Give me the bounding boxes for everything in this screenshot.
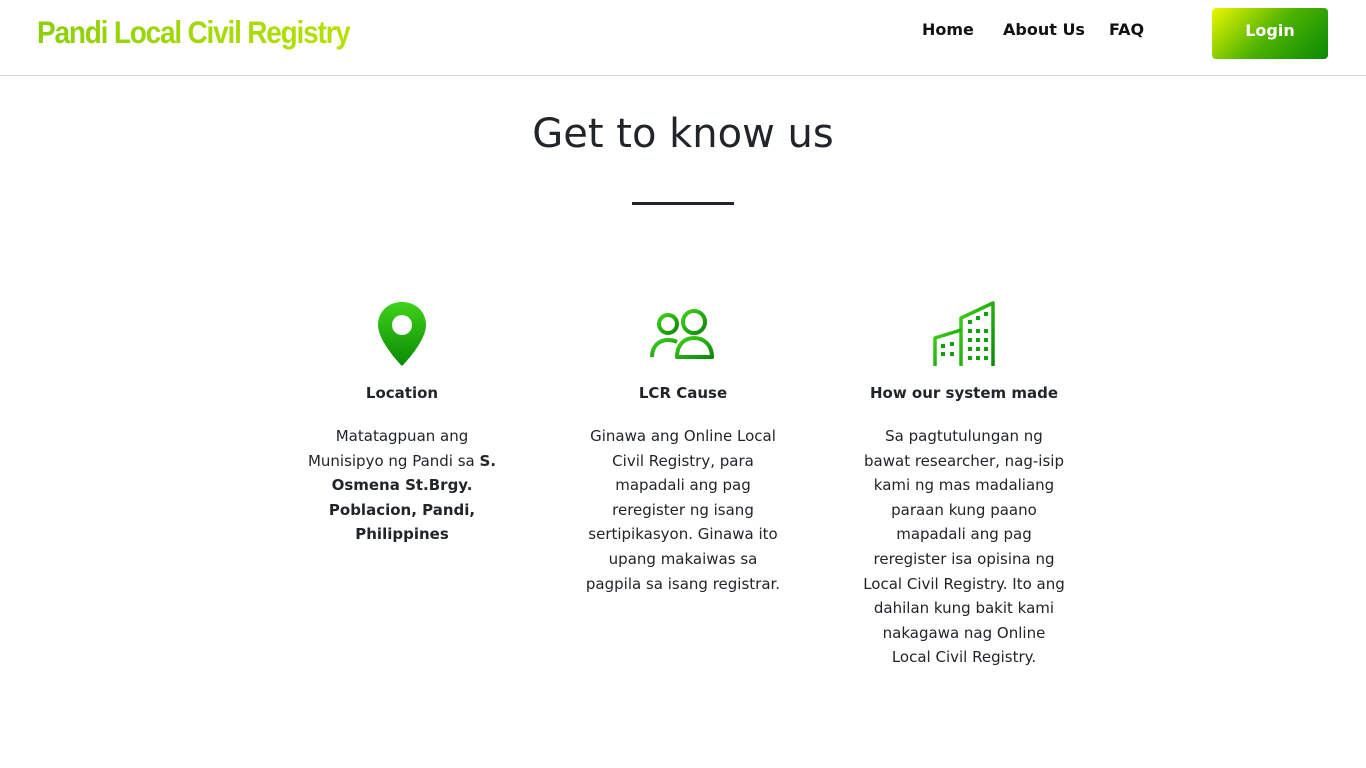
nav-faq-link[interactable]: FAQ [1109, 20, 1144, 39]
card-description: Ginawa ang Online Local Civil Registry, … [585, 427, 781, 593]
card-description: Sa pagtutulungan ng bawat researcher, na… [863, 427, 1065, 667]
page-title: Get to know us [532, 111, 834, 157]
lcr-cause-card: LCR Cause Ginawa ang Online Local Civil … [578, 300, 788, 596]
top-navbar: Pandi Local Civil Registry Home About Us… [0, 0, 1366, 76]
nav-about-link[interactable]: About Us [1003, 20, 1085, 39]
login-button[interactable]: Login [1212, 8, 1328, 59]
location-card: Location Matatagpuan ang Munisipyo ng Pa… [297, 300, 507, 547]
card-title: Location [365, 384, 439, 402]
card-title: How our system made [869, 384, 1059, 402]
people-icon [578, 300, 788, 372]
system-made-card: How our system made Sa pagtutulungan ng … [859, 300, 1069, 670]
card-title: LCR Cause [638, 384, 728, 402]
location-text: Matatagpuan ang Munisipyo ng Pandi sa [307, 427, 480, 470]
buildings-icon [859, 300, 1069, 372]
brand-logo-text[interactable]: Pandi Local Civil Registry [37, 15, 351, 51]
card-description: Matatagpuan ang Munisipyo ng Pandi sa S.… [297, 424, 507, 547]
location-pin-icon [297, 300, 507, 372]
title-divider [632, 202, 734, 205]
nav-home-link[interactable]: Home [922, 20, 974, 39]
